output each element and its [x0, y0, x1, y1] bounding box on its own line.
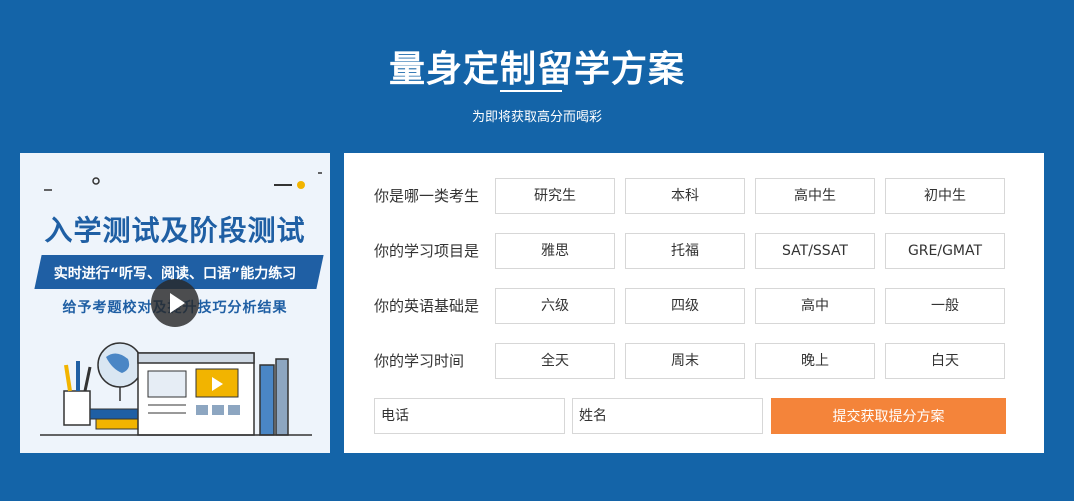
row-label: 你是哪一类考生: [374, 187, 480, 205]
option-button[interactable]: 一般: [885, 288, 1005, 324]
option-button[interactable]: SAT/SSAT: [755, 233, 875, 269]
student-type-row: 你是哪一类考生 研究生 本科 高中生 初中生: [344, 178, 1044, 214]
page-subtitle: 为即将获取高分而喝彩: [471, 110, 602, 125]
promo-title: 入学测试及阶段测试: [44, 214, 306, 247]
option-button[interactable]: 全天: [495, 343, 615, 379]
option-button[interactable]: 研究生: [495, 178, 615, 214]
option-button[interactable]: 初中生: [885, 178, 1005, 214]
option-button[interactable]: 本科: [625, 178, 745, 214]
phone-input[interactable]: [374, 398, 565, 434]
option-button[interactable]: 高中生: [755, 178, 875, 214]
page-title: 量身定制留学方案: [388, 49, 685, 90]
promo-banner[interactable]: 入学测试及阶段测试 实时进行“听写、阅读、口语”能力练习 给予考题校对及提升技巧…: [20, 153, 330, 453]
row-label: 你的学习时间: [374, 352, 465, 370]
row-label: 你的学习项目是: [374, 242, 480, 260]
option-button[interactable]: 四级: [625, 288, 745, 324]
option-button[interactable]: 六级: [495, 288, 615, 324]
option-button[interactable]: GRE/GMAT: [885, 233, 1005, 269]
study-program-row: 你的学习项目是 雅思 托福 SAT/SSAT GRE/GMAT: [344, 233, 1044, 269]
study-plan-form: 你是哪一类考生 研究生 本科 高中生 初中生 你的学习项目是 雅思 托福 SAT…: [344, 153, 1044, 453]
study-time-row: 你的学习时间 全天 周末 晚上 白天: [344, 343, 1044, 379]
option-button[interactable]: 托福: [625, 233, 745, 269]
english-level-row: 你的英语基础是 六级 四级 高中 一般: [344, 288, 1044, 324]
title-divider: [500, 90, 562, 92]
option-button[interactable]: 高中: [755, 288, 875, 324]
submit-button[interactable]: 提交获取提分方案: [771, 398, 1006, 434]
play-icon[interactable]: [151, 279, 199, 327]
option-button[interactable]: 白天: [885, 343, 1005, 379]
row-label: 你的英语基础是: [374, 297, 480, 315]
name-input[interactable]: [572, 398, 763, 434]
option-button[interactable]: 周末: [625, 343, 745, 379]
option-button[interactable]: 晚上: [755, 343, 875, 379]
option-button[interactable]: 雅思: [495, 233, 615, 269]
